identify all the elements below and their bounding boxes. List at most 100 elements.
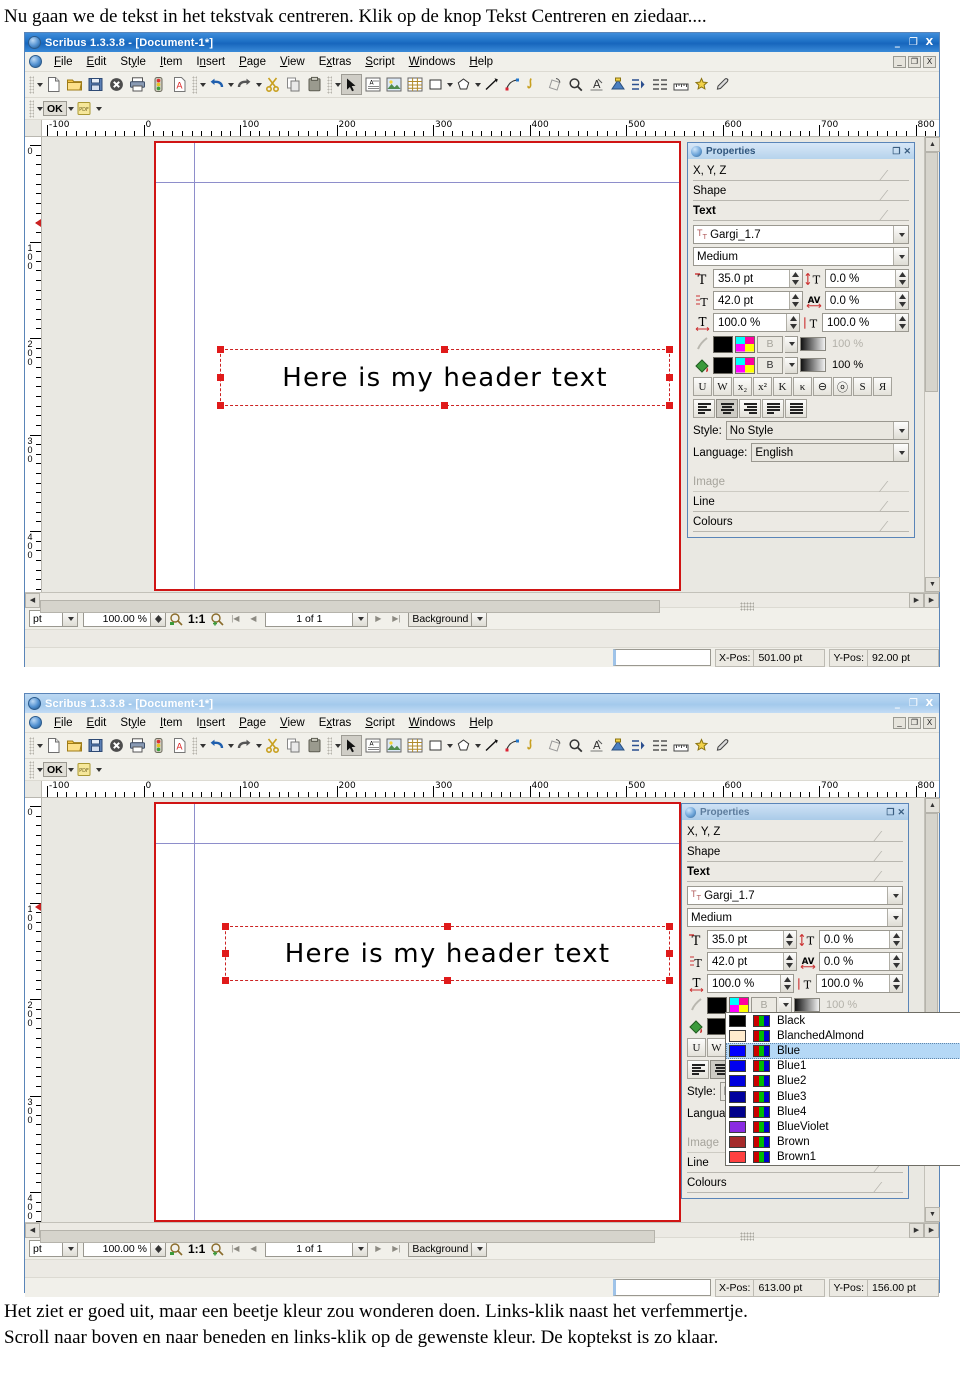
font-style-combo[interactable]: Medium: [693, 247, 909, 266]
export-pdf-icon[interactable]: A: [169, 735, 190, 756]
scale-v-up[interactable]: [896, 314, 908, 323]
scroll-right-button[interactable]: ▶: [909, 1222, 924, 1238]
toolbar-grip[interactable]: [29, 736, 34, 755]
polygon-icon[interactable]: [453, 74, 474, 95]
scale-horizontal-spinbox[interactable]: 100.0 %: [713, 313, 800, 332]
align-center-button[interactable]: [716, 399, 738, 418]
toolbar-grip-2[interactable]: [192, 736, 197, 755]
print-icon[interactable]: [127, 74, 148, 95]
scroll-left-button[interactable]: ◀: [25, 592, 40, 608]
scale-v-up[interactable]: [890, 975, 902, 984]
text-frame-selected[interactable]: Here is my header text: [217, 346, 673, 409]
resize-handle-w[interactable]: [222, 949, 229, 957]
rotate-item-icon[interactable]: [544, 735, 565, 756]
minimize-button[interactable]: _: [891, 37, 904, 49]
colour-list-item[interactable]: Blue4: [726, 1104, 960, 1119]
menu-script[interactable]: Script: [358, 55, 401, 69]
edit-contents-icon[interactable]: A: [586, 735, 607, 756]
document-page[interactable]: [154, 802, 681, 1222]
properties-close-button[interactable]: ✕: [903, 146, 911, 157]
fill-colour-dropdown-icon[interactable]: [785, 356, 798, 374]
menu-extras[interactable]: Extras: [312, 55, 359, 69]
stroke-colour-dropdown-icon[interactable]: [785, 335, 798, 353]
maximize-button[interactable]: ❐: [907, 698, 920, 710]
paste-icon[interactable]: [304, 74, 325, 95]
menu-view[interactable]: View: [273, 716, 312, 730]
font-style-combo[interactable]: Medium: [687, 908, 903, 927]
vertical-ruler-2[interactable]: 0 1 0 0 2 0 0 3 0 0 4 0 0: [25, 798, 42, 1222]
properties-undock-button[interactable]: ❐: [886, 807, 894, 818]
baseline-offset-spinbox[interactable]: 0.0 %: [824, 269, 909, 288]
close-button[interactable]: X: [923, 37, 936, 49]
table-icon[interactable]: [404, 74, 425, 95]
smallcaps-button[interactable]: κ: [793, 377, 812, 396]
scale-v-down[interactable]: [896, 323, 908, 332]
scale-horizontal-spinbox[interactable]: 100.0 %: [707, 974, 794, 993]
menu-item[interactable]: Item: [153, 716, 189, 730]
language-dropdown-icon[interactable]: [893, 444, 908, 461]
pdf-toolbar-grip[interactable]: [29, 99, 34, 118]
line-spacing-up[interactable]: [790, 292, 802, 301]
redo-icon[interactable]: [234, 74, 255, 95]
mdi-restore-button[interactable]: ❐: [908, 55, 921, 68]
fill-colour-swatch[interactable]: [713, 356, 733, 374]
unlink-text-frames-icon[interactable]: [628, 74, 649, 95]
copy-item-properties-icon[interactable]: [691, 735, 712, 756]
superscript-button[interactable]: x²: [753, 377, 772, 396]
strikethrough-button[interactable]: ⊖: [813, 377, 832, 396]
pdf-tools-dropdown-icon[interactable]: [95, 106, 102, 111]
scale-h-down[interactable]: [781, 984, 793, 993]
stroke-colour-swatch[interactable]: [713, 335, 733, 353]
baseline-offset-up[interactable]: [896, 270, 908, 279]
scroll-down-button[interactable]: ▼: [925, 577, 940, 592]
bezier-curve-icon[interactable]: [502, 74, 523, 95]
resize-handle-e[interactable]: [666, 373, 673, 381]
pdf-tools-dropdown-icon[interactable]: [95, 767, 102, 772]
resize-handle-nw[interactable]: [217, 346, 224, 353]
maximize-button[interactable]: ❐: [907, 37, 920, 49]
resize-handle-sw[interactable]: [217, 402, 224, 409]
scroll-right-button[interactable]: ▶: [909, 592, 924, 608]
font-style-dropdown-icon[interactable]: [887, 909, 902, 926]
measurements-icon[interactable]: [670, 74, 691, 95]
colour-list-item[interactable]: BlueViolet: [726, 1119, 960, 1134]
scroll-thumb-vertical[interactable]: [925, 813, 938, 1028]
font-family-dropdown-icon[interactable]: [887, 887, 902, 904]
horizontal-ruler[interactable]: -100 0 100 200 300 400 500 600 700 800: [25, 120, 939, 137]
fill-shade-bar[interactable]: [800, 358, 826, 372]
section-text[interactable]: Text: [687, 863, 908, 882]
resize-handle-e[interactable]: [666, 949, 673, 957]
language-combo[interactable]: English: [751, 443, 909, 462]
menu-file[interactable]: File: [47, 55, 80, 69]
mirror-button[interactable]: Я: [873, 377, 892, 396]
toolbar-grip[interactable]: [29, 75, 34, 94]
shape-icon[interactable]: [425, 74, 446, 95]
scale-h-up[interactable]: [787, 314, 799, 323]
font-family-combo[interactable]: TT Gargi_1.7: [687, 886, 903, 905]
section-line[interactable]: Line: [693, 493, 914, 512]
text-flow-icon[interactable]: [649, 74, 670, 95]
font-family-combo[interactable]: TT Gargi_1.7: [693, 225, 909, 244]
baseline-offset-spinbox[interactable]: 0.0 %: [818, 930, 903, 949]
undo-icon[interactable]: [206, 735, 227, 756]
link-text-frames-icon[interactable]: [607, 735, 628, 756]
line-spacing-down[interactable]: [790, 301, 802, 310]
tracking-down[interactable]: [896, 301, 908, 310]
section-xyz[interactable]: X, Y, Z: [687, 823, 908, 842]
select-pointer-icon[interactable]: [341, 735, 362, 756]
colour-list-item[interactable]: Blue: [726, 1043, 960, 1059]
properties-close-button[interactable]: ✕: [897, 807, 905, 818]
scale-vertical-spinbox[interactable]: 100.0 %: [822, 313, 909, 332]
toolbar-grip-3[interactable]: [327, 75, 332, 94]
resize-handle-n[interactable]: [443, 923, 451, 930]
measurements-icon[interactable]: [670, 735, 691, 756]
scale-h-down[interactable]: [787, 323, 799, 332]
copy-icon[interactable]: [283, 74, 304, 95]
canvas-horizontal-scrollbar[interactable]: ◀ ▶ ▶: [25, 592, 939, 613]
line-spacing-spinbox[interactable]: 42.0 pt: [713, 291, 803, 310]
close-document-icon[interactable]: [106, 74, 127, 95]
menu-app-icon[interactable]: [29, 55, 42, 68]
zoom-icon[interactable]: [565, 74, 586, 95]
menu-edit[interactable]: Edit: [80, 55, 114, 69]
colour-list-item[interactable]: BlanchedAlmond: [726, 1028, 960, 1043]
